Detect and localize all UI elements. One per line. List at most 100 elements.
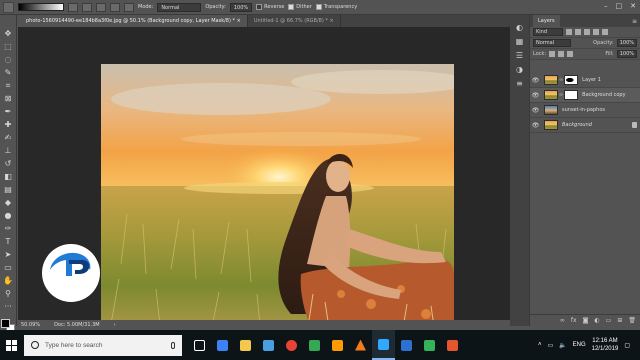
adjustment-filter-icon[interactable] <box>575 29 581 35</box>
tab-close-icon[interactable]: × <box>329 18 333 24</box>
gradient-tool-icon[interactable]: ▤ <box>3 185 14 195</box>
clone-stamp-tool-icon[interactable]: ⊥ <box>3 146 14 156</box>
foreground-color-swatch[interactable] <box>1 319 10 328</box>
file-explorer-icon[interactable] <box>234 330 257 360</box>
radial-gradient-icon[interactable] <box>82 2 92 12</box>
edge-icon[interactable] <box>211 330 234 360</box>
language-indicator[interactable]: ENG <box>573 342 586 348</box>
pen-tool-icon[interactable]: ✑ <box>3 224 14 234</box>
angle-gradient-icon[interactable] <box>96 2 106 12</box>
layer-mask-thumbnail[interactable] <box>564 75 579 85</box>
transparency-checkbox[interactable]: Transparency <box>315 4 357 10</box>
marquee-tool-icon[interactable]: ⬚ <box>3 42 14 52</box>
blend-mode-select[interactable]: Normal <box>533 39 571 47</box>
lock-position-icon[interactable] <box>558 51 565 57</box>
layer-opacity-field[interactable]: 100% <box>616 39 637 47</box>
libraries-panel-icon[interactable]: ☰ <box>514 51 525 61</box>
task-view-icon[interactable] <box>188 330 211 360</box>
mode-select[interactable]: Normal <box>157 2 202 12</box>
link-mask-icon[interactable]: ∞ <box>559 92 563 98</box>
vlc-icon[interactable] <box>349 330 372 360</box>
shape-filter-icon[interactable] <box>593 29 599 35</box>
layer-row-sunset-in-paphos[interactable]: 👁 sunset-in-paphos <box>530 103 640 118</box>
diamond-gradient-icon[interactable] <box>124 2 134 12</box>
tab-close-icon[interactable]: × <box>237 18 241 24</box>
swatches-panel-icon[interactable]: ▦ <box>514 37 525 47</box>
chrome-icon[interactable] <box>280 330 303 360</box>
quick-select-tool-icon[interactable]: ✎ <box>3 68 14 78</box>
zoom-level[interactable]: 50.09% <box>21 322 40 328</box>
zoom-tool-icon[interactable]: ⚲ <box>3 289 14 299</box>
pixel-filter-icon[interactable] <box>566 29 572 35</box>
taskbar-clock[interactable]: 12:16 AM 12/1/2019 <box>592 337 619 353</box>
gradient-tool-icon[interactable] <box>3 1 14 13</box>
type-tool-icon[interactable]: T <box>3 237 14 247</box>
link-mask-icon[interactable]: ∞ <box>559 77 563 83</box>
rectangle-tool-icon[interactable]: ▭ <box>3 263 14 273</box>
hand-tool-icon[interactable]: ✋ <box>3 276 14 286</box>
gradient-picker[interactable] <box>18 3 64 11</box>
microphone-icon[interactable] <box>171 341 175 349</box>
transparency-box[interactable] <box>315 4 322 10</box>
adjustments-panel-icon[interactable]: ◑ <box>514 65 525 75</box>
layer-row-background[interactable]: 👁 Background <box>530 118 640 133</box>
visibility-eye-icon[interactable]: 👁 <box>530 92 541 99</box>
layer-row-layer-1[interactable]: 👁 ∞ Layer 1 <box>530 73 640 88</box>
eyedropper-tool-icon[interactable]: ✒ <box>3 107 14 117</box>
linear-gradient-icon[interactable] <box>68 2 78 12</box>
color-panel-icon[interactable]: ◐ <box>514 23 525 33</box>
frame-tool-icon[interactable]: ⊠ <box>3 94 14 104</box>
opacity-field[interactable]: 100% <box>229 2 253 12</box>
layer-row-background-copy[interactable]: 👁 ∞ Background copy <box>530 88 640 103</box>
tab-untitled-document[interactable]: Untitled-1 @ 66.7% (RGB/8) * × <box>247 15 341 27</box>
history-brush-tool-icon[interactable]: ↺ <box>3 159 14 169</box>
layer-fill-field[interactable]: 100% <box>616 50 637 58</box>
store-icon[interactable] <box>257 330 280 360</box>
smart-object-filter-icon[interactable] <box>602 29 608 35</box>
notifications-icon[interactable]: ▢ <box>624 342 630 349</box>
taskbar-search-box[interactable]: Type here to search <box>24 334 182 356</box>
healing-brush-tool-icon[interactable]: ✚ <box>3 120 14 130</box>
volume-icon[interactable]: 🔈 <box>559 342 566 349</box>
windows-start-button[interactable] <box>0 330 23 360</box>
adjustment-layer-icon[interactable]: ◐ <box>594 317 599 324</box>
blue-app-icon[interactable] <box>395 330 418 360</box>
layer-style-icon[interactable]: fx <box>571 317 577 324</box>
camtasia-icon[interactable] <box>418 330 441 360</box>
layer-mask-thumbnail[interactable] <box>564 90 579 100</box>
crop-tool-icon[interactable]: ⌗ <box>3 81 14 91</box>
document-canvas[interactable] <box>101 64 454 340</box>
lock-pixels-icon[interactable] <box>549 51 556 57</box>
status-menu-arrow[interactable]: › <box>114 322 116 328</box>
eraser-tool-icon[interactable]: ◧ <box>3 172 14 182</box>
visibility-eye-icon[interactable]: 👁 <box>530 77 541 84</box>
dodge-tool-icon[interactable]: ● <box>3 211 14 221</box>
reverse-box[interactable] <box>256 4 263 10</box>
lock-all-icon[interactable] <box>567 51 574 57</box>
illustrator-icon[interactable] <box>326 330 349 360</box>
delete-layer-icon[interactable]: 🗑 <box>628 317 636 324</box>
panel-menu-icon[interactable]: ≡ <box>632 18 637 25</box>
close-icon[interactable]: ✕ <box>630 2 636 10</box>
tab-photo-document[interactable]: photo-1560914490-ee184b8a3f0e.jpg @ 50.1… <box>20 15 248 27</box>
new-group-icon[interactable]: ▭ <box>606 317 612 324</box>
move-tool-icon[interactable]: ✥ <box>3 29 14 39</box>
more-tools-icon[interactable]: ··· <box>3 302 14 312</box>
color-swatches[interactable] <box>1 319 15 333</box>
reverse-checkbox[interactable]: Reverse <box>256 4 284 10</box>
dither-checkbox[interactable]: Dither <box>288 4 312 10</box>
maximize-icon[interactable]: □ <box>616 2 623 10</box>
visibility-eye-icon[interactable]: 👁 <box>530 107 541 114</box>
orange-app-icon[interactable] <box>441 330 464 360</box>
green-app-icon[interactable] <box>303 330 326 360</box>
minimize-icon[interactable]: – <box>604 2 608 10</box>
type-filter-icon[interactable] <box>584 29 590 35</box>
brush-tool-icon[interactable]: ✍ <box>3 133 14 143</box>
add-mask-icon[interactable]: ◙ <box>583 317 589 324</box>
new-layer-icon[interactable]: ⊞ <box>617 317 622 324</box>
lasso-tool-icon[interactable]: ◌ <box>3 55 14 65</box>
path-selection-tool-icon[interactable]: ➤ <box>3 250 14 260</box>
photoshop-icon[interactable] <box>372 330 395 360</box>
reflected-gradient-icon[interactable] <box>110 2 120 12</box>
link-layers-icon[interactable]: ∞ <box>560 317 565 324</box>
